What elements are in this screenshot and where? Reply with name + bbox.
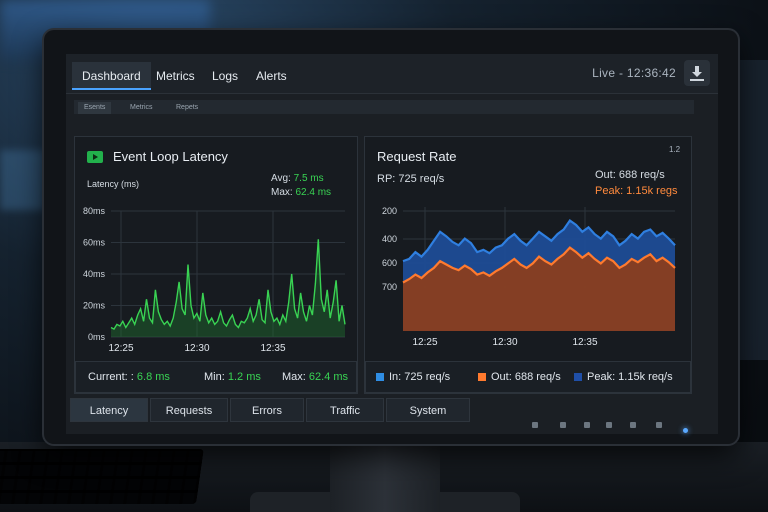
tab-dashboard[interactable]: Dashboard (72, 62, 151, 90)
monitor-stand (330, 440, 440, 512)
monitor-button-back[interactable] (532, 422, 538, 428)
monitor-button-menu[interactable] (560, 422, 566, 428)
sub-tab-bar (74, 100, 694, 114)
max-label: Max: (271, 187, 293, 198)
legend-peak-label: Peak: 1.15k req/s (587, 371, 673, 383)
request-rate-panel: Request Rate 1.2 RP: 725 req/s Out: 688 … (364, 136, 692, 394)
latency-panel-title: Event Loop Latency (113, 149, 228, 164)
latency-panel: Event Loop Latency Latency (ms) Avg: 7.5… (74, 136, 358, 394)
max-stat-label: Max: (282, 371, 306, 383)
latency-stats-bar: Current: : 6.8 ms Min: 1.2 ms Max: 62.4 … (75, 361, 357, 393)
current-value: 6.8 ms (136, 371, 170, 383)
request-panel-title: Request Rate (377, 149, 457, 164)
rp-readout: RP: 725 req/s (377, 173, 445, 185)
live-clock: Live - 12:36:42 (592, 66, 676, 80)
tab-metrics[interactable]: Metrics (146, 62, 205, 90)
request-x-tick: 12:35 (572, 337, 597, 348)
avg-label: Avg: (271, 173, 291, 184)
min-readout: Min: 1.2 ms (204, 371, 261, 383)
legend-peak-swatch (574, 373, 582, 382)
request-rate-chart: 200 400 600 700 12:25 12:30 12:35 (382, 206, 676, 348)
latency-chart: 0ms 20ms 40ms 60ms 80ms 12:25 12:30 12:35 (83, 206, 346, 354)
request-x-tick: 12:25 (412, 337, 437, 348)
tab-system[interactable]: System (386, 398, 470, 422)
subtab-esents[interactable]: Esents (78, 102, 112, 114)
latency-y-tick: 0ms (88, 332, 106, 342)
subtab-repets[interactable]: Repets (170, 102, 204, 114)
latency-y-tick: 80ms (83, 206, 106, 216)
background-equipment (738, 60, 768, 360)
max-stat-value: 62.4 ms (308, 371, 349, 383)
download-icon[interactable] (684, 60, 710, 86)
latency-y-tick: 20ms (83, 301, 106, 311)
max-value: 62.4 ms (295, 187, 332, 198)
tab-logs[interactable]: Logs (202, 62, 248, 90)
legend-out-label: Out: 688 req/s (491, 371, 561, 383)
peak-readout: Peak: 1.15k regs (595, 185, 678, 197)
tab-alerts[interactable]: Alerts (246, 62, 297, 90)
power-led (683, 428, 688, 433)
max-readout: Max: 62.4 ms (271, 187, 331, 198)
download-icon-base (690, 79, 704, 81)
legend-peak: Peak: 1.15k req/s (574, 371, 673, 383)
request-y-tick: 700 (382, 282, 397, 292)
current-label: Current: : (88, 371, 134, 383)
latency-axis-label: Latency (ms) (87, 179, 140, 189)
legend-in: In: 725 req/s (376, 371, 450, 383)
legend-in-swatch (376, 373, 384, 382)
monitor-button-input[interactable] (630, 422, 636, 428)
latency-y-tick: 40ms (83, 269, 106, 279)
request-x-tick: 12:30 (492, 337, 517, 348)
latency-x-tick: 12:25 (108, 343, 133, 354)
legend-out-swatch (478, 373, 486, 382)
monitor-button-down[interactable] (584, 422, 590, 428)
background-light (0, 150, 45, 210)
top-nav-bar: Dashboard Metrics Logs Alerts Live - 12:… (66, 54, 718, 94)
monitor-button-mode[interactable] (656, 422, 662, 428)
monitor: Dashboard Metrics Logs Alerts Live - 12:… (44, 30, 738, 444)
request-panel-corner: 1.2 (669, 145, 681, 154)
subtab-metrics[interactable]: Metrics (124, 102, 159, 114)
tab-requests[interactable]: Requests (150, 398, 228, 422)
out-readout: Out: 688 req/s (595, 169, 665, 181)
request-legend-bar: In: 725 req/s Out: 688 req/s Peak: 1.15k… (365, 361, 691, 393)
keyboard (0, 449, 204, 504)
tab-errors[interactable]: Errors (230, 398, 304, 422)
request-y-tick: 400 (382, 234, 397, 244)
dashboard-screen: Dashboard Metrics Logs Alerts Live - 12:… (66, 54, 718, 434)
min-label: Min: (204, 371, 225, 383)
avg-value: 7.5 ms (293, 173, 324, 184)
legend-out: Out: 688 req/s (478, 371, 561, 383)
legend-in-label: In: 725 req/s (389, 371, 451, 383)
latency-x-tick: 12:30 (184, 343, 209, 354)
max-stat-readout: Max: 62.4 ms (282, 371, 348, 383)
avg-readout: Avg: 7.5 ms (271, 173, 324, 184)
latency-y-tick: 60ms (83, 238, 106, 248)
min-value: 1.2 ms (227, 371, 261, 383)
request-y-tick: 600 (382, 258, 397, 268)
monitor-button-up[interactable] (606, 422, 612, 428)
request-y-tick: 200 (382, 206, 397, 216)
latency-x-tick: 12:35 (260, 343, 285, 354)
play-icon[interactable] (87, 151, 103, 163)
tab-latency[interactable]: Latency (70, 398, 148, 422)
current-readout: Current: : 6.8 ms (88, 371, 170, 383)
tab-traffic[interactable]: Traffic (306, 398, 384, 422)
